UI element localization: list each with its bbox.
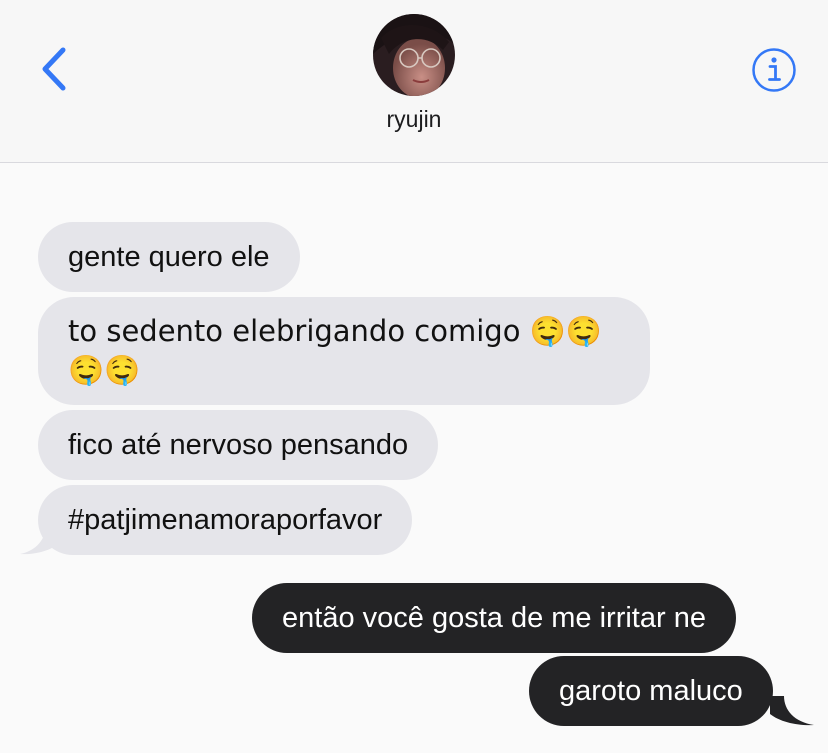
contact-name[interactable]: ryujin — [0, 106, 828, 133]
avatar-image — [373, 14, 455, 96]
message-bubble[interactable]: garoto maluco — [529, 656, 773, 726]
conversation-header: ryujin — [0, 0, 828, 163]
message-bubble[interactable]: fico até nervoso pensando — [38, 410, 439, 480]
bubble-tail — [20, 525, 60, 555]
message-text: então você gosta de me irritar ne — [282, 602, 706, 634]
avatar[interactable] — [373, 14, 455, 96]
info-icon[interactable] — [751, 47, 797, 93]
message-text: fico até nervoso pensando — [68, 429, 409, 461]
message-bubble[interactable]: #patjimenamoraporfavor — [38, 485, 413, 555]
message-bubble[interactable]: to sedento elebrigando comigo 🤤🤤🤤🤤 — [38, 297, 650, 405]
message-text: to sedento elebrigando comigo 🤤🤤🤤🤤 — [68, 314, 602, 387]
message-text: #patjimenamoraporfavor — [68, 504, 383, 536]
message-bubble[interactable]: gente quero ele — [38, 222, 300, 292]
chevron-left-icon[interactable] — [36, 46, 72, 92]
message-bubble[interactable]: então você gosta de me irritar ne — [252, 583, 736, 653]
message-thread[interactable]: gente quero ele to sedento elebrigando c… — [0, 163, 828, 753]
bubble-tail — [770, 696, 814, 726]
message-text: gente quero ele — [68, 241, 270, 273]
message-text: garoto maluco — [559, 675, 743, 707]
